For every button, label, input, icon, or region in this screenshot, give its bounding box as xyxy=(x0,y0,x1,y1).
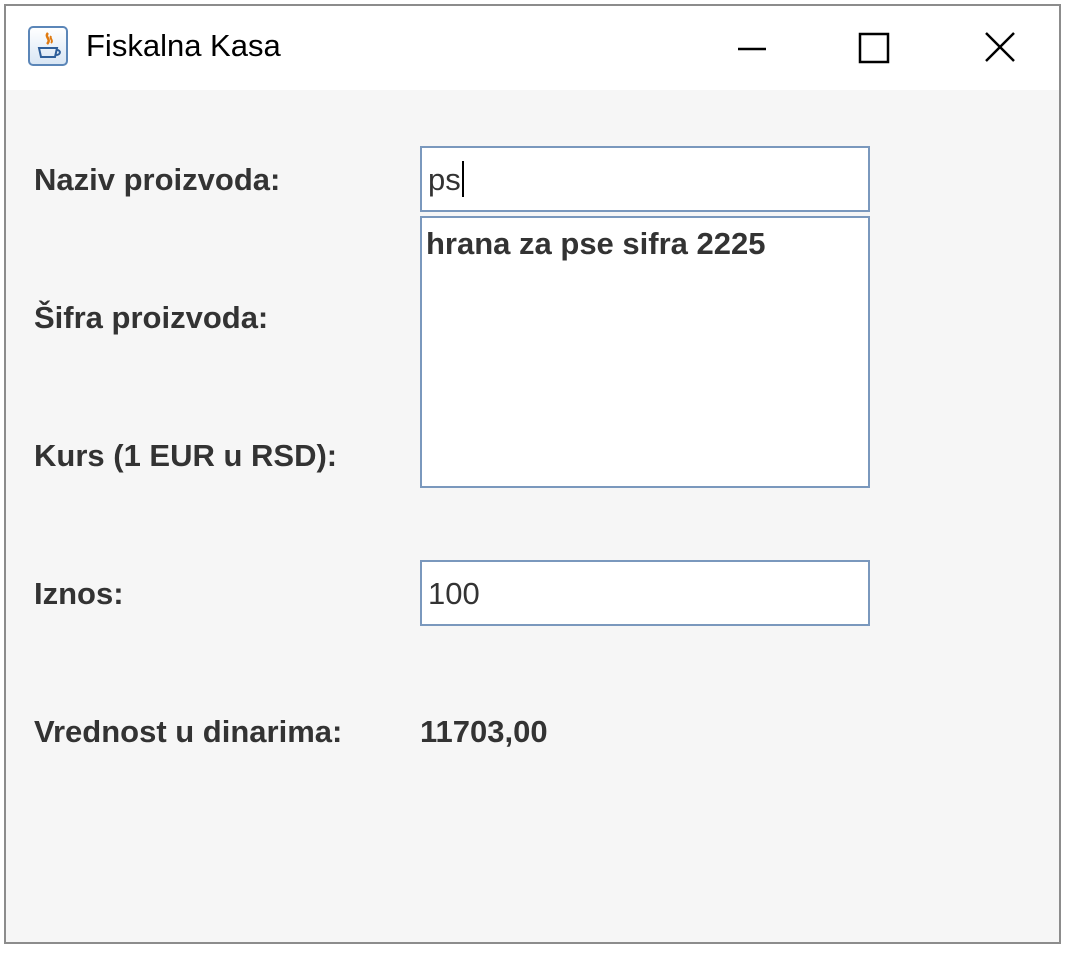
suggestion-item[interactable]: hrana za pse sifra 2225 xyxy=(426,226,765,262)
maximize-icon xyxy=(858,32,890,64)
suggestion-list[interactable]: hrana za pse sifra 2225 xyxy=(420,216,870,488)
maximize-button[interactable] xyxy=(812,6,932,90)
title-bar[interactable]: Fiskalna Kasa xyxy=(6,6,1059,90)
sifra-label: Šifra proizvoda: xyxy=(34,300,269,335)
java-cup-icon xyxy=(28,26,68,66)
app-window: Fiskalna Kasa Naziv proizvoda: ps Šifra … xyxy=(4,4,1061,944)
window-title: Fiskalna Kasa xyxy=(86,28,281,63)
naziv-label: Naziv proizvoda: xyxy=(34,162,281,197)
kurs-label: Kurs (1 EUR u RSD): xyxy=(34,438,338,473)
iznos-input[interactable]: 100 xyxy=(420,560,870,626)
vrednost-value: 11703,00 xyxy=(420,714,548,749)
minimize-button[interactable] xyxy=(692,6,812,90)
naziv-input-value: ps xyxy=(428,162,461,197)
vrednost-label: Vrednost u dinarima: xyxy=(34,714,343,749)
text-caret xyxy=(461,160,464,197)
naziv-input[interactable]: ps xyxy=(420,146,870,212)
iznos-label: Iznos: xyxy=(34,576,124,611)
close-button[interactable] xyxy=(940,6,1060,90)
minimize-icon xyxy=(738,47,766,51)
iznos-input-value: 100 xyxy=(428,576,480,611)
close-icon xyxy=(985,32,1015,62)
